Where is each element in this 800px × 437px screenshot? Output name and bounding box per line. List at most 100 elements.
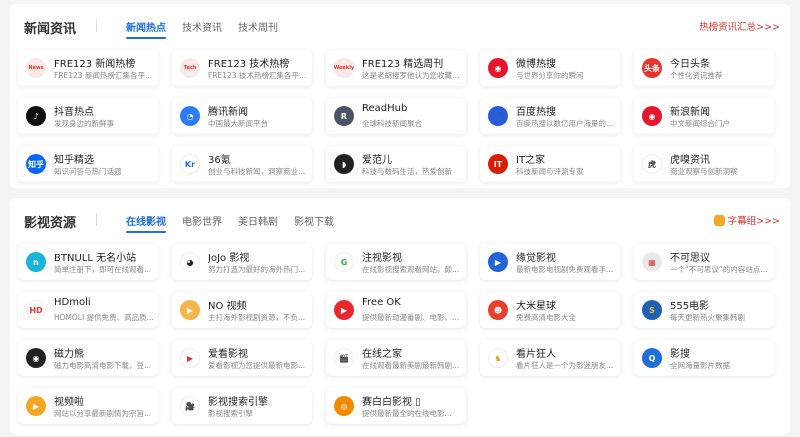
sina-icon: ◉ [642,106,662,126]
site-card[interactable]: ◉ 磁力熊 磁力电影高清电影下载，豆... [18,340,158,376]
site-card[interactable]: ▶ 爱看影视 爱看影视为您提供最新电影... [172,340,312,376]
site-name: 视频啦 [54,397,84,408]
site-card[interactable]: ◎ 赛白白影视 ▯ 提供最新最全的在线电影... [326,388,466,424]
site-card[interactable]: Q 影搜 全网海量影片数据 [634,340,774,376]
site-card[interactable]: 虎虎嗅资讯 商业观察与创新洞察 [634,146,774,182]
site-description: 免费高清电影大全 [516,313,576,322]
site-description: 最新电影电视剧免费观看手... [516,265,614,274]
site-description: 在线观看最新美剧最新韩剧... [362,361,460,370]
tab-tech-weekly[interactable]: 技术周刊 [238,19,278,34]
site-description: 简单注册下，即可在线观看... [54,265,152,274]
site-card[interactable]: ◉ 微博热搜 与世界分享你的瞬间 [480,50,620,86]
site-name: 抖音热点 [54,107,94,118]
site-card[interactable]: Kr 36氪 创业与科技新闻，洞察商业... [172,146,312,182]
video-section: 影视资源 在线影视 电影世界 美日韩剧 影视下载 字幕组>>> n BTNULL … [10,198,790,435]
subtitle-group-link[interactable]: 字幕组>>> [713,213,780,227]
site-card[interactable]: News FRE123 新闻热榜 FRE123 新闻热榜汇集各平... [18,50,158,86]
aikan-icon: ▶ [180,348,200,368]
subtitle-group-label: 字幕组>>> [727,216,780,227]
site-description: 发现身边的新鲜事 [54,119,114,128]
site-name: 不可思议 [670,253,710,264]
site-card[interactable]: Tech FRE123 技术热榜 FRE123 技术热榜汇集各平... [172,50,312,86]
site-card[interactable]: ▶ Free OK 提供最新动漫番剧、电影、... [326,292,466,328]
hot-news-summary-link[interactable]: 热榜资讯汇总>>> [699,19,780,33]
site-card[interactable]: 头条 今日头条 个性化资讯推荐 [634,50,774,86]
site-description: 影视搜索引擎 [208,409,253,418]
site-name: 腾讯新闻 [208,107,248,118]
site-description: 与世界分享你的瞬间 [516,71,584,80]
site-card[interactable]: ▶ 视频啦 网站以分享最新剧情为宗旨... [18,388,158,424]
site-name: ReadHub [362,103,408,114]
site-card[interactable]: R ReadHub 全球科技新闻聚合 [326,98,466,134]
site-name: 知乎精选 [54,155,94,166]
tab-movie-world[interactable]: 电影世界 [182,213,222,228]
news-logo-icon: News [26,58,46,78]
site-card[interactable]: 🐾 百度热搜 百度热搜以数亿用户海量的... [480,98,620,134]
video-tabs: 在线影视 电影世界 美日韩剧 影视下载 [126,213,350,233]
news-tabs: 新闻热点 技术资讯 技术周刊 [126,19,294,39]
site-description: 中国最大新闻平台 [208,119,268,128]
site-card[interactable]: ◗ 爱范儿 科技与数码生活，热爱创新 [326,146,466,182]
video-header: 影视资源 在线影视 电影世界 美日韩剧 影视下载 字幕组>>> [10,198,790,240]
site-card[interactable]: ◔ 腾讯新闻 中国最大新闻平台 [172,98,312,134]
site-description: 看片狂人是一个为影迷朋友... [516,361,614,370]
header-divider [96,19,97,32]
site-card[interactable]: 🎥 影视搜索引擎 影视搜索引擎 [172,388,312,424]
tab-video-download[interactable]: 影视下载 [294,213,334,228]
site-description: 中文新闻综合门户 [670,119,730,128]
site-name: HDmoli [54,297,91,308]
zhihu-icon: 知乎 [26,154,46,174]
site-card[interactable]: G 注视影视 在线影视搜索观看网站，颇... [326,244,466,280]
site-name: 虎嗅资讯 [670,155,710,166]
site-card[interactable]: ◉ 新浪新闻 中文新闻综合门户 [634,98,774,134]
site-description: 提供最新最全的在线电影... [362,409,452,418]
cilixiong-icon: ◉ [26,348,46,368]
ifanr-icon: ◗ [334,154,354,174]
bukesiyi-icon: ▦ [642,252,662,272]
site-name: 注视影视 [362,253,402,264]
site-card[interactable]: ▦ 不可思议 一个“不可思议”的内容站点... [634,244,774,280]
site-name: 影视搜索引擎 [208,397,268,408]
site-name: 555电影 [670,301,710,312]
site-card[interactable]: HD HDmoli HDMOLI 提供免费、高品质... [18,292,158,328]
site-card[interactable]: 知乎 知乎精选 知识问答与热门话题 [18,146,158,182]
site-card[interactable]: IT IT之家 科技新闻与评测专家 [480,146,620,182]
tab-us-jp-kr-drama[interactable]: 美日韩剧 [238,213,278,228]
header-divider [96,213,97,226]
site-description: HDMOLI 提供免费、高品质... [54,313,154,322]
36kr-icon: Kr [180,154,200,174]
tech-logo-icon: Tech [180,58,200,78]
site-card[interactable]: ▶ 缘觉影视 最新电影电视剧免费观看手... [480,244,620,280]
site-description: 努力打造为最好的海外热门... [208,265,306,274]
site-card[interactable]: ◕ JoJo 影视 努力打造为最好的海外热门... [172,244,312,280]
site-card[interactable]: Weekly FRE123 精选周刊 这是老胡搜罗他认为您收藏的... [326,50,466,86]
site-description: 创业与科技新闻，洞察商业... [208,167,306,176]
site-description: 科技新闻与评测专家 [516,167,584,176]
readhub-icon: R [334,106,354,126]
site-name: 微博热搜 [516,59,556,70]
site-description: 磁力电影高清电影下载，豆... [54,361,152,370]
baidu-icon: 🐾 [488,106,508,126]
huxiu-icon: 虎 [642,154,662,174]
tab-news-hot[interactable]: 新闻热点 [126,19,166,39]
site-card[interactable]: 🎬 在线之家 在线观看最新美剧最新韩剧... [326,340,466,376]
subtitle-group-icon [713,215,725,226]
site-card[interactable]: ☻ 大米星球 免费高清电影大全 [480,292,620,328]
site-description: 一个“不可思议”的内容站点... [670,265,768,274]
site-name: BTNULL 无名小站 [54,253,137,264]
weibo-icon: ◉ [488,58,508,78]
site-card[interactable]: ▶ NO 视频 主打海外影视剧资源，不负... [172,292,312,328]
site-card[interactable]: ♪ 抖音热点 发现身边的新鲜事 [18,98,158,134]
site-name: 百度热搜 [516,107,556,118]
site-name: 看片狂人 [516,349,556,360]
site-description: 每天更新热火聚集韩剧 [670,313,745,322]
tab-online-video[interactable]: 在线影视 [126,213,166,233]
site-card[interactable]: S 555电影 每天更新热火聚集韩剧 [634,292,774,328]
site-card[interactable]: n BTNULL 无名小站 简单注册下，即可在线观看... [18,244,158,280]
555-icon: S [642,300,662,320]
site-card[interactable]: ♞ 看片狂人 看片狂人是一个为影迷朋友... [480,340,620,376]
site-name: 大米星球 [516,301,556,312]
site-name: FRE123 技术热榜 [208,59,290,70]
news-section: 新闻资讯 新闻热点 技术资讯 技术周刊 热榜资讯汇总>>> News FRE123… [10,4,790,188]
tab-tech-news[interactable]: 技术资讯 [182,19,222,34]
